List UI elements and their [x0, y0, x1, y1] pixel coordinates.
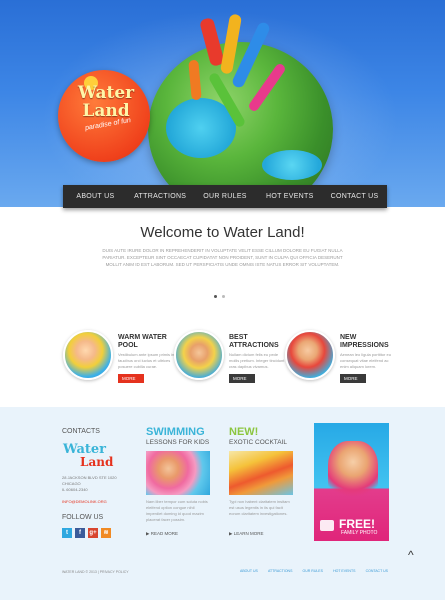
- feature-new-impressions: NEW IMPRESSIONS Aenean leo ligula portti…: [285, 330, 395, 390]
- read-more-link[interactable]: ▶ LEARN MORE: [229, 531, 263, 537]
- email-link[interactable]: INFO@DEMOLINK.ORG: [62, 499, 107, 504]
- more-button[interactable]: MORE: [229, 374, 255, 383]
- feature-image: [174, 330, 224, 380]
- social-icons: t f g+ ≋: [62, 528, 111, 538]
- main-nav: ABOUT US ATTRACTIONS OUR RULES HOT EVENT…: [63, 185, 387, 208]
- copyright: WATER LAND © 2013 | PRIVACY POLICY: [62, 570, 129, 574]
- nav-attractions[interactable]: ATTRACTIONS: [128, 185, 193, 208]
- footer-link-our-rules[interactable]: OUR RULES: [303, 569, 323, 573]
- feature-title: WARM WATER POOL: [118, 334, 167, 349]
- promo-subtitle: EXOTIC COCKTAIL: [229, 439, 288, 446]
- promo-image: [146, 451, 210, 495]
- googleplus-icon[interactable]: g+: [88, 528, 98, 538]
- slider-dot[interactable]: [222, 295, 225, 298]
- promo-image: [229, 451, 293, 495]
- feature-title: NEW IMPRESSIONS: [340, 334, 389, 349]
- camera-icon: [320, 520, 334, 531]
- feature-image: [63, 330, 113, 380]
- free-label: FREE!: [339, 517, 375, 531]
- slider-dots: [214, 295, 225, 298]
- promo-subtitle: LESSONS FOR KIDS: [146, 439, 210, 446]
- feature-text: Nullam dictum felis eu pede mollis preti…: [229, 352, 285, 369]
- more-button[interactable]: MORE: [340, 374, 366, 383]
- feature-text: Vestibulum ante ipsum primis in faucibus…: [118, 352, 175, 369]
- facebook-icon[interactable]: f: [75, 528, 85, 538]
- nav-hot-events[interactable]: HOT EVENTS: [257, 185, 322, 208]
- footer-link-contact-us[interactable]: CONTACT US: [366, 569, 388, 573]
- welcome-text: Duis aute irure dolor in reprehenderit i…: [102, 248, 343, 267]
- read-more-label: READ MORE: [150, 531, 178, 536]
- promo-title: SWIMMING: [146, 426, 205, 438]
- feature-best-attractions: BEST ATTRACTIONS Nullam dictum felis eu …: [174, 330, 284, 390]
- pool-illustration: [262, 150, 322, 180]
- read-more-label: LEARN MORE: [233, 531, 264, 536]
- feature-image: [285, 330, 335, 380]
- footer-link-attractions[interactable]: ATTRACTIONS: [268, 569, 292, 573]
- follow-title: FOLLOW US: [62, 514, 104, 521]
- feature-text: Aenean leo ligula porttitor eu consequat…: [340, 352, 391, 369]
- back-to-top-icon[interactable]: ^: [408, 548, 414, 562]
- feature-title: BEST ATTRACTIONS: [229, 334, 279, 349]
- footer-links: ABOUT US ATTRACTIONS OUR RULES HOT EVENT…: [240, 569, 388, 573]
- welcome-title: Welcome to Water Land!: [140, 224, 305, 241]
- promo-text: Nam liber tempor cum soluta nobis eleife…: [146, 499, 208, 522]
- contacts-title: CONTACTS: [62, 428, 100, 435]
- slider-dot[interactable]: [214, 295, 217, 298]
- feature-warm-pool: WARM WATER POOL Vestibulum ante ipsum pr…: [63, 330, 175, 390]
- rss-icon[interactable]: ≋: [101, 528, 111, 538]
- promo-title: NEW!: [229, 426, 259, 438]
- read-more-link[interactable]: ▶ READ MORE: [146, 531, 178, 537]
- nav-our-rules[interactable]: OUR RULES: [193, 185, 258, 208]
- more-button[interactable]: MORE: [118, 374, 144, 383]
- free-sublabel: FAMILY PHOTO: [341, 530, 378, 536]
- footer-link-about-us[interactable]: ABOUT US: [240, 569, 258, 573]
- family-photo-image: [328, 441, 378, 501]
- footer-logo-bottom[interactable]: Land: [80, 455, 113, 469]
- logo-title[interactable]: Water Land: [64, 84, 148, 120]
- promo-text: Typi non habent claritatem insitam est u…: [229, 499, 290, 516]
- nav-about-us[interactable]: ABOUT US: [63, 185, 128, 208]
- address: 28 JACKSON BLVD STE 1020 CHICAGO IL 6060…: [62, 475, 117, 493]
- address-line: IL 60604-2340: [62, 487, 88, 492]
- nav-contact-us[interactable]: CONTACT US: [322, 185, 387, 208]
- twitter-icon[interactable]: t: [62, 528, 72, 538]
- footer-link-hot-events[interactable]: HOT EVENTS: [333, 569, 355, 573]
